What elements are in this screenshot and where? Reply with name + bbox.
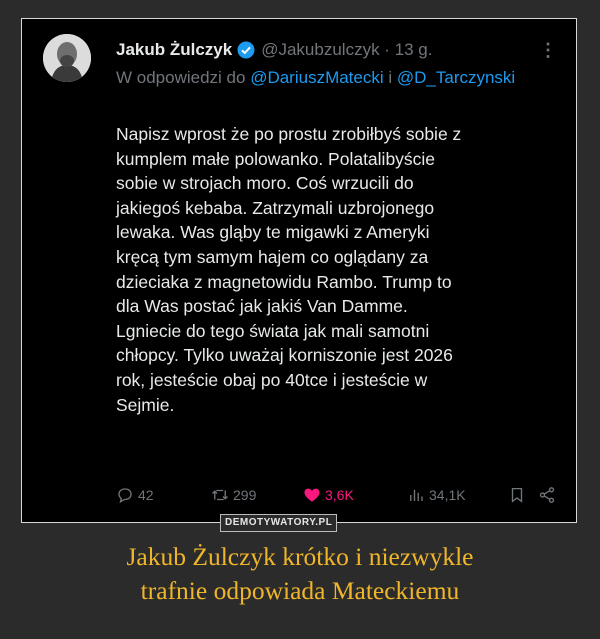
views-count: 34,1K xyxy=(429,487,466,503)
author-handle[interactable]: @Jakubzulczyk · 13 g. xyxy=(261,40,432,60)
reply-and: i xyxy=(383,68,397,87)
reply-button[interactable]: 42 xyxy=(116,484,154,506)
retweet-icon xyxy=(212,489,228,501)
share-icon xyxy=(539,487,555,503)
tweet-header: Jakub Żulczyk @Jakubzulczyk · 13 g. ⋮ xyxy=(116,38,563,62)
site-watermark: DEMOTYWATORY.PL xyxy=(220,514,338,532)
reply-context: W odpowiedzi do @DariuszMatecki i @D_Tar… xyxy=(116,66,536,90)
avatar[interactable] xyxy=(43,34,91,82)
reply-count: 42 xyxy=(138,487,154,503)
bookmark-button[interactable] xyxy=(508,484,530,506)
heart-icon xyxy=(304,488,320,502)
views-icon xyxy=(410,489,423,501)
reply-mention-matecki[interactable]: @DariuszMatecki xyxy=(250,68,383,87)
reply-icon xyxy=(118,488,132,504)
tweet-text: Napisz wprost że po prostu zrobiłbyś sob… xyxy=(116,124,462,415)
retweet-button[interactable]: 299 xyxy=(211,484,256,506)
demotivator-frame: Jakub Żulczyk @Jakubzulczyk · 13 g. ⋮ W … xyxy=(21,18,577,523)
share-button[interactable] xyxy=(538,484,560,506)
bookmark-icon xyxy=(511,487,523,503)
reply-prefix: W odpowiedzi do xyxy=(116,68,251,87)
like-count: 3,6K xyxy=(325,487,354,503)
views-button[interactable]: 34,1K xyxy=(407,484,466,506)
caption-line-2: trafnie odpowiada Mateckiemu xyxy=(140,576,460,605)
author-name[interactable]: Jakub Żulczyk xyxy=(116,40,232,60)
retweet-count: 299 xyxy=(233,487,257,503)
tweet-card[interactable]: Jakub Żulczyk @Jakubzulczyk · 13 g. ⋮ W … xyxy=(23,20,575,521)
caption-line-1: Jakub Żulczyk krótko i niezwykle xyxy=(126,542,474,571)
like-button[interactable]: 3,6K xyxy=(303,484,354,506)
reply-mention-tarczynski[interactable]: @D_Tarczynski xyxy=(397,68,515,87)
verified-badge-icon xyxy=(237,41,255,59)
tweet-actions: 42 299 3,6K 34,1K xyxy=(116,484,561,506)
demotivator-caption: Jakub Żulczyk krótko i niezwykle trafnie… xyxy=(0,540,600,608)
more-icon[interactable]: ⋮ xyxy=(539,38,557,62)
